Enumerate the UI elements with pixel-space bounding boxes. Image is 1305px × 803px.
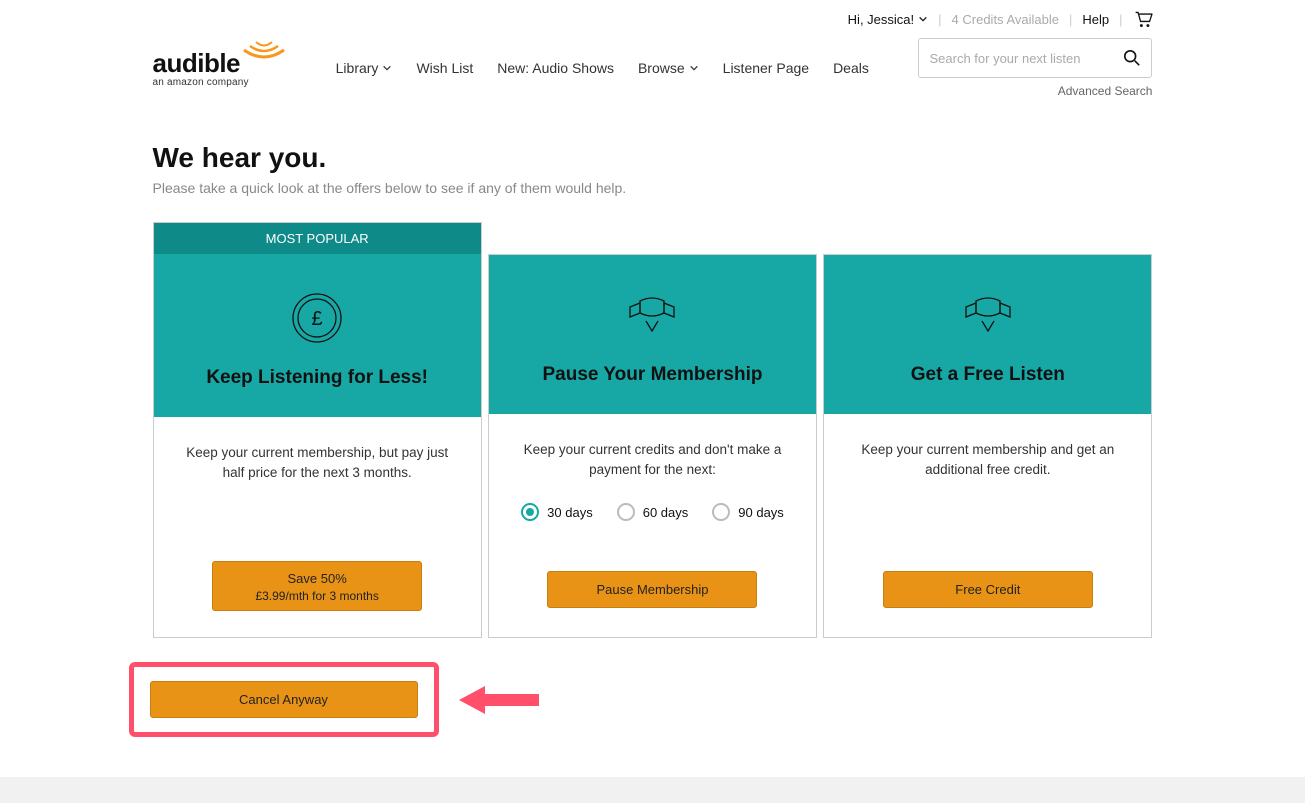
offer-card-keep-listening: MOST POPULAR £ Keep Listening for Less! … [153, 222, 482, 638]
cancel-highlight: Cancel Anyway [129, 662, 439, 737]
card-desc: Keep your current membership, but pay ju… [178, 443, 457, 482]
advanced-search-link[interactable]: Advanced Search [1058, 84, 1153, 98]
radio-90-days[interactable]: 90 days [712, 503, 784, 521]
pause-membership-button[interactable]: Pause Membership [547, 571, 757, 608]
radio-icon [521, 503, 539, 521]
divider: | [938, 12, 941, 27]
credits-text: 4 Credits Available [952, 12, 1059, 27]
offer-card-pause: Pause Your Membership Keep your current … [488, 254, 817, 638]
cancel-box: Cancel Anyway [129, 662, 439, 737]
card-title: Keep Listening for Less! [164, 367, 471, 389]
radio-60-days[interactable]: 60 days [617, 503, 689, 521]
cart-icon[interactable] [1133, 10, 1153, 28]
radio-label: 60 days [643, 505, 689, 520]
chevron-down-icon [689, 63, 699, 73]
account-menu[interactable]: Hi, Jessica! [848, 12, 928, 27]
chevron-down-icon [918, 14, 928, 24]
radio-30-days[interactable]: 30 days [521, 503, 593, 521]
svg-text:£: £ [312, 308, 323, 330]
nav-new[interactable]: New: Audio Shows [497, 60, 614, 76]
search-box [918, 38, 1152, 78]
brand-name: audible [153, 48, 241, 79]
page-title: We hear you. [153, 142, 1153, 174]
brand-tagline: an amazon company [153, 77, 287, 88]
divider: | [1069, 12, 1072, 27]
radio-label: 30 days [547, 505, 593, 520]
radio-icon [712, 503, 730, 521]
pause-duration-radios: 30 days 60 days 90 days [513, 503, 792, 521]
nav-library[interactable]: Library [336, 60, 393, 76]
ribbon-badge-icon [624, 291, 680, 343]
most-popular-badge: MOST POPULAR [154, 223, 481, 254]
main-nav: Library Wish List New: Audio Shows Brows… [336, 60, 869, 76]
card-desc: Keep your current credits and don't make… [513, 440, 792, 479]
btn-line-1: Save 50% [288, 571, 347, 586]
card-title: Get a Free Listen [834, 364, 1141, 386]
free-credit-button[interactable]: Free Credit [883, 571, 1093, 608]
radio-label: 90 days [738, 505, 784, 520]
divider: | [1119, 12, 1122, 27]
nav-wish-list[interactable]: Wish List [416, 60, 473, 76]
cancel-anyway-button[interactable]: Cancel Anyway [150, 681, 418, 718]
btn-line-2: £3.99/mth for 3 months [213, 588, 421, 604]
headline-block: We hear you. Please take a quick look at… [153, 142, 1153, 196]
search-input[interactable] [929, 51, 1123, 66]
nav-label: Browse [638, 60, 685, 76]
nav-listener-page[interactable]: Listener Page [723, 60, 809, 76]
save-50-button[interactable]: Save 50% £3.99/mth for 3 months [212, 561, 422, 611]
topbar: Hi, Jessica! | 4 Credits Available | Hel… [153, 0, 1153, 34]
chevron-down-icon [382, 63, 392, 73]
page-subtitle: Please take a quick look at the offers b… [153, 180, 1153, 196]
card-title: Pause Your Membership [499, 364, 806, 386]
nav-label: Library [336, 60, 379, 76]
page-footer-band [0, 777, 1305, 803]
ribbon-badge-icon [960, 291, 1016, 343]
pound-coin-icon: £ [289, 290, 345, 346]
offer-card-free-listen: Get a Free Listen Keep your current memb… [823, 254, 1152, 638]
annotation-arrow-icon [459, 682, 539, 718]
logo[interactable]: audible an amazon company [153, 48, 287, 88]
greeting-text: Hi, Jessica! [848, 12, 914, 27]
search-icon[interactable] [1123, 49, 1141, 67]
nav-deals[interactable]: Deals [833, 60, 869, 76]
audible-swoosh-icon [242, 40, 286, 68]
nav-browse[interactable]: Browse [638, 60, 699, 76]
radio-icon [617, 503, 635, 521]
help-link[interactable]: Help [1082, 12, 1109, 27]
card-desc: Keep your current membership and get an … [848, 440, 1127, 479]
